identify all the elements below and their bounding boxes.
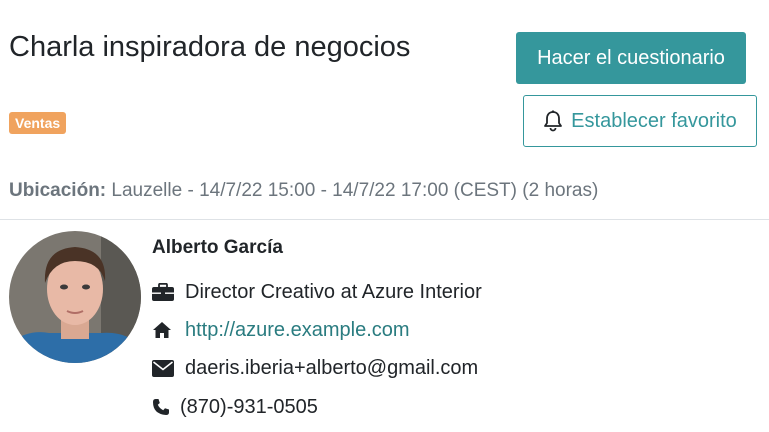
speaker-email-row: daeris.iberia+alberto@gmail.com — [152, 355, 478, 381]
speaker-job: Director Creativo at Azure Interior — [185, 280, 482, 303]
speaker-website-link[interactable]: http://azure.example.com — [185, 319, 410, 342]
event-title: Charla inspiradora de negocios — [9, 31, 411, 63]
divider — [0, 219, 769, 220]
speaker-phone-row: (870)-931-0505 — [152, 394, 318, 420]
envelope-icon — [152, 359, 178, 377]
location-value: Lauzelle - 14/7/22 15:00 - 14/7/22 17:00… — [111, 180, 599, 201]
speaker-job-row: Director Creativo at Azure Interior — [152, 279, 482, 305]
location-label: Ubicación: — [9, 180, 107, 201]
speaker-name: Alberto García — [152, 237, 283, 258]
phone-icon — [152, 398, 172, 416]
category-badge: Ventas — [9, 112, 67, 134]
speaker-email: daeris.iberia+alberto@gmail.com — [185, 356, 479, 379]
speaker-phone: (870)-931-0505 — [180, 395, 318, 418]
set-favorite-button[interactable]: Establecer favorito — [523, 95, 757, 147]
briefcase-icon — [152, 283, 178, 301]
set-favorite-label: Establecer favorito — [571, 109, 737, 132]
bell-icon — [543, 110, 563, 132]
home-icon — [152, 321, 178, 339]
speaker-avatar — [9, 231, 141, 363]
speaker-website-row: http://azure.example.com — [152, 317, 410, 343]
take-quiz-button[interactable]: Hacer el cuestionario — [516, 32, 746, 84]
event-location: Ubicación: Lauzelle - 14/7/22 15:00 - 14… — [9, 178, 598, 204]
